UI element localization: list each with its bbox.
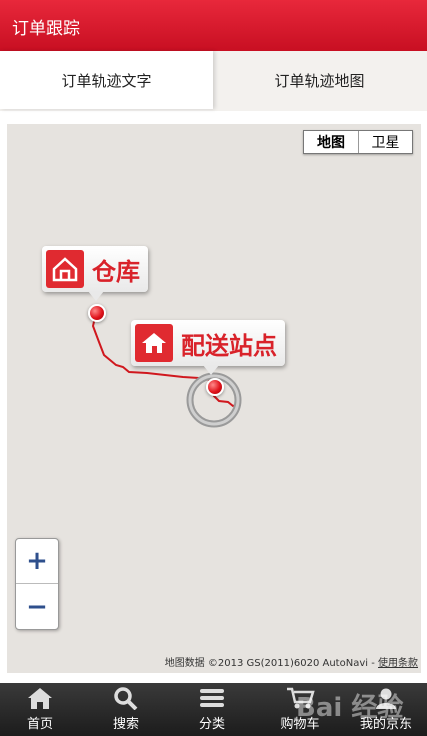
warehouse-label: 仓库 [92, 257, 140, 286]
app-root: 订单跟踪 订单轨迹文字 订单轨迹地图 地图 卫星 仓库 配送站点 + − 地图数… [0, 0, 427, 736]
watermark: Bai 经验 [288, 683, 427, 736]
station-label: 配送站点 [181, 331, 277, 360]
nav-search[interactable]: 搜索 [100, 683, 152, 736]
nav-home[interactable]: 首页 [14, 683, 66, 736]
nav-home-label: 首页 [26, 717, 53, 732]
tab-track-text[interactable]: 订单轨迹文字 [0, 51, 213, 109]
map-view[interactable]: 地图 卫星 仓库 配送站点 + − 地图数据 ©2013 GS(2011)602… [7, 124, 421, 673]
warehouse-pin[interactable] [88, 304, 106, 322]
terms-link[interactable]: 使用条款 [378, 658, 418, 669]
station-callout[interactable]: 配送站点 [131, 320, 285, 375]
list-icon [200, 689, 224, 707]
title-bar: 订单跟踪 [0, 0, 427, 51]
map-attribution: 地图数据 ©2013 GS(2011)6020 AutoNavi - 使用条款 [165, 654, 418, 669]
warehouse-icon [46, 250, 84, 288]
zoom-control: + − [15, 538, 59, 630]
route-path [91, 312, 242, 428]
tab-track-map[interactable]: 订单轨迹地图 [213, 51, 426, 109]
warehouse-callout[interactable]: 仓库 [42, 246, 148, 301]
tab-track-text-label: 订单轨迹文字 [61, 71, 152, 90]
watermark-text: Bai 经验 [296, 693, 404, 723]
tab-bar: 订单轨迹文字 订单轨迹地图 [0, 51, 427, 111]
home-icon [28, 688, 52, 709]
attribution-text: 地图数据 ©2013 GS(2011)6020 AutoNavi - [164, 658, 378, 669]
search-icon [114, 687, 138, 710]
home-icon [135, 324, 173, 362]
nav-category[interactable]: 分类 [186, 683, 238, 736]
warehouse-callout-tail [88, 291, 104, 301]
station-pin[interactable] [206, 378, 224, 396]
zoom-out-button[interactable]: − [16, 584, 58, 629]
page-title: 订单跟踪 [12, 19, 80, 39]
zoom-in-button[interactable]: + [16, 539, 58, 584]
nav-search-label: 搜索 [112, 717, 139, 732]
station-callout-tail [203, 365, 219, 375]
nav-category-label: 分类 [198, 717, 225, 732]
tab-track-map-label: 订单轨迹地图 [274, 71, 365, 90]
